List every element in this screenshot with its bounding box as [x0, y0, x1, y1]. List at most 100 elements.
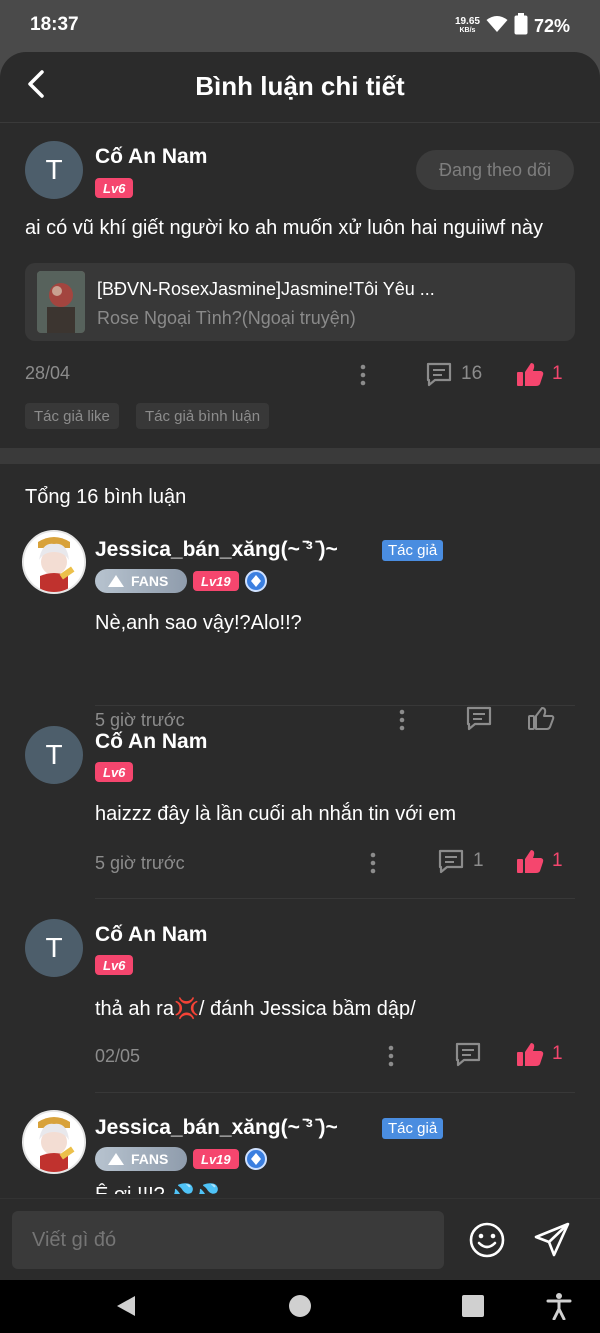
screen: 18:37 19.65 KB/s 72% Bình luận chi tiết — [0, 0, 600, 1333]
comment-detail-sheet: Bình luận chi tiết T Cố An Nam Lv6 Đang … — [0, 52, 600, 1280]
nav-back-button[interactable] — [108, 1288, 144, 1324]
section-divider — [0, 448, 600, 464]
author-badge: Tác giả — [382, 540, 444, 561]
total-comments-heading: Tổng 16 bình luận — [25, 486, 187, 508]
battery-percent: 72% — [533, 15, 570, 36]
username[interactable]: Jessica_bán_xăng(~ ̄³ ̄)~ — [95, 538, 338, 562]
comment-input[interactable] — [12, 1211, 444, 1269]
reply-item: T Cố An Nam Lv6 haizzz đây là lần cuối a… — [0, 724, 600, 900]
comment-input-bar — [0, 1198, 600, 1280]
reply-count-button[interactable]: 16 — [425, 361, 482, 387]
system-nav-bar — [0, 1280, 600, 1333]
fans-badge: FANS — [95, 1147, 187, 1171]
status-icons: 19.65 KB/s 72% — [455, 12, 570, 40]
username[interactable]: Cố An Nam — [95, 730, 207, 754]
avatar[interactable] — [22, 530, 86, 594]
fans-label: FANS — [131, 1151, 169, 1167]
network-speed-value: 19.65 — [454, 16, 480, 27]
more-vertical-icon — [370, 852, 376, 874]
accessibility-icon — [546, 1293, 572, 1320]
square-recents-icon — [462, 1295, 484, 1317]
thumbs-up-filled-icon — [517, 363, 544, 386]
reply-text: haizzz đây là lần cuối ah nhắn tin với e… — [95, 803, 457, 825]
avatar[interactable]: T — [25, 919, 83, 977]
follow-button[interactable]: Đang theo dõi — [416, 150, 574, 190]
reply-button[interactable] — [454, 1041, 482, 1067]
like-button[interactable]: 1 — [516, 848, 563, 874]
level-badge: Lv6 — [95, 178, 134, 198]
reply-divider — [95, 1092, 575, 1093]
level-badge: Lv19 — [193, 1149, 239, 1169]
comment-icon — [438, 849, 464, 874]
like-count: 1 — [552, 1043, 563, 1064]
tag-author-comment: Tác giả bình luận — [136, 403, 270, 429]
vip-badge-icon — [245, 1148, 267, 1170]
reply-item: Jessica_bán_xăng(~ ̄³ ̄)~ Tác giả FANS L… — [0, 530, 600, 731]
novel-cover-image — [37, 271, 85, 333]
more-vertical-icon — [360, 364, 366, 386]
reply-item: Jessica_bán_xăng(~ ̄³ ̄)~ Tác giả FANS L… — [0, 1110, 600, 1200]
username[interactable]: Cố An Nam — [95, 145, 207, 169]
nav-home-button[interactable] — [282, 1288, 318, 1324]
thumbs-up-filled-icon — [517, 1043, 544, 1066]
username[interactable]: Cố An Nam — [95, 923, 207, 947]
status-bar: 18:37 19.65 KB/s 72% — [0, 0, 600, 52]
send-icon — [534, 1222, 570, 1257]
accessibility-button[interactable] — [541, 1288, 577, 1324]
like-button[interactable]: 1 — [516, 361, 563, 387]
page-title: Bình luận chi tiết — [195, 71, 405, 101]
reply-item: T Cố An Nam Lv6 thả ah ra💢/ đánh Jessica… — [0, 917, 600, 1093]
triangle-icon — [108, 1153, 124, 1165]
level-badge: Lv6 — [95, 955, 134, 975]
like-count: 1 — [552, 363, 563, 384]
reply-time: 5 giờ trước — [95, 853, 185, 873]
reply-text: thả ah ra💢/ đánh Jessica bầm dập/ — [95, 998, 416, 1020]
triangle-back-icon — [117, 1296, 135, 1316]
level-badge: Lv6 — [95, 762, 134, 782]
novel-subtitle: Rose Ngoại Tình?(Ngoại truyện) — [97, 308, 356, 328]
emoji-button[interactable] — [468, 1221, 506, 1259]
thumbs-up-filled-icon — [517, 850, 544, 873]
nav-recents-button[interactable] — [455, 1288, 491, 1324]
more-options-button[interactable] — [363, 848, 383, 878]
comment-icon — [455, 1042, 481, 1067]
reply-text: Nè,anh sao vậy!?Alo!!? — [95, 612, 302, 634]
more-options-button[interactable] — [353, 360, 373, 390]
avatar[interactable] — [22, 1110, 86, 1174]
like-count: 1 — [552, 850, 563, 871]
tag-author-like: Tác giả like — [25, 403, 119, 429]
reply-count: 16 — [461, 363, 483, 384]
reply-divider — [95, 898, 575, 899]
wifi-icon — [486, 15, 508, 38]
username[interactable]: Jessica_bán_xăng(~ ̄³ ̄)~ — [95, 1116, 338, 1140]
reply-divider — [95, 705, 575, 706]
main-comment: T Cố An Nam Lv6 Đang theo dõi ai có vũ k… — [0, 123, 600, 448]
reply-count-button[interactable]: 1 — [437, 848, 484, 874]
level-badge: Lv19 — [193, 571, 239, 591]
reply-count: 1 — [473, 850, 484, 871]
header: Bình luận chi tiết — [0, 52, 600, 123]
comment-icon — [426, 362, 452, 387]
like-button[interactable]: 1 — [516, 1041, 563, 1067]
fans-label: FANS — [131, 573, 169, 589]
avatar[interactable]: T — [25, 726, 83, 784]
comment-text: ai có vũ khí giết người ko ah muốn xử lu… — [25, 217, 543, 239]
novel-card[interactable]: [BĐVN-RosexJasmine]Jasmine!Tôi Yêu ... R… — [25, 263, 575, 341]
network-speed-unit: KB/s — [459, 27, 476, 34]
fans-badge: FANS — [95, 569, 187, 593]
send-button[interactable] — [533, 1221, 571, 1259]
battery-icon — [514, 12, 528, 40]
comment-date: 28/04 — [25, 363, 71, 383]
smiley-icon — [469, 1222, 505, 1258]
more-vertical-icon — [388, 1045, 394, 1067]
status-time: 18:37 — [30, 14, 79, 35]
reply-text-cutoff: Ê ơi !!!? 💦💦 — [95, 1182, 220, 1194]
circle-home-icon — [289, 1295, 311, 1317]
more-options-button[interactable] — [381, 1041, 401, 1071]
avatar[interactable]: T — [25, 141, 83, 199]
reply-time: 02/05 — [95, 1046, 141, 1066]
vip-badge-icon — [245, 570, 267, 592]
triangle-icon — [108, 575, 124, 587]
network-speed: 19.65 KB/s — [455, 17, 480, 35]
author-badge: Tác giả — [382, 1118, 444, 1139]
